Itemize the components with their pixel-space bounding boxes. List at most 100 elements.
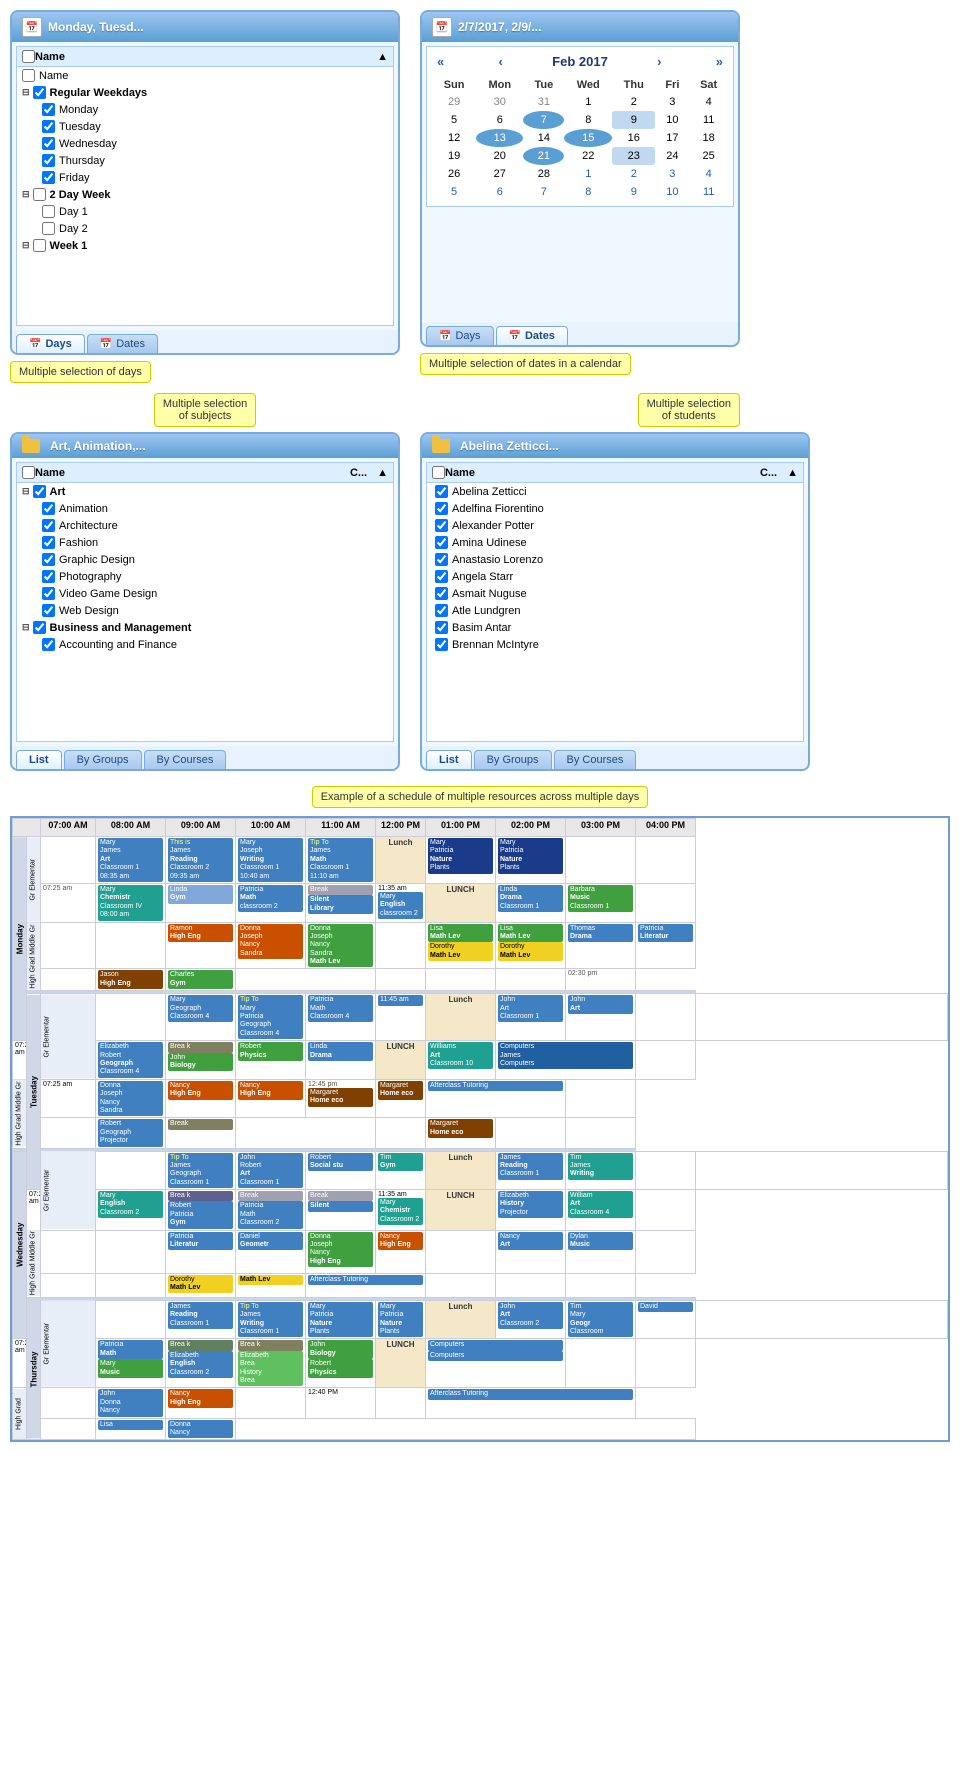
tree-item-2day-week[interactable]: ⊟ 2 Day Week [17, 186, 393, 203]
cal-day[interactable]: 31 [523, 93, 564, 111]
students-scroll-up[interactable]: ▲ [787, 467, 798, 479]
week1-checkbox[interactable] [33, 239, 46, 252]
cal-day-today[interactable]: 23 [612, 147, 655, 165]
cal-day[interactable]: 11 [689, 111, 728, 129]
tree-item-web-design[interactable]: Web Design [17, 602, 393, 619]
weekdays-checkbox[interactable] [33, 86, 46, 99]
cal-day[interactable]: 30 [476, 93, 523, 111]
accounting-checkbox[interactable] [42, 638, 55, 651]
art-checkbox[interactable] [33, 485, 46, 498]
cal-day[interactable]: 29 [432, 93, 476, 111]
days-header-checkbox[interactable] [22, 50, 35, 63]
anastasio-checkbox[interactable] [435, 553, 448, 566]
student-item-asmait[interactable]: Asmait Nuguse [427, 585, 803, 602]
cal-day[interactable]: 4 [689, 93, 728, 111]
tree-item-week1[interactable]: ⊟ Week 1 [17, 237, 393, 254]
basim-checkbox[interactable] [435, 621, 448, 634]
subjects-tree-list[interactable]: Name C... ▲ ⊟ Art Animation [16, 462, 394, 742]
tree-item-tuesday[interactable]: Tuesday [17, 118, 393, 135]
student-item-atle[interactable]: Atle Lundgren [427, 602, 803, 619]
cal-day[interactable]: 24 [655, 147, 689, 165]
tree-item-graphic-design[interactable]: Graphic Design [17, 551, 393, 568]
cal-day[interactable]: 1 [564, 165, 612, 183]
cal-day[interactable]: 5 [432, 183, 476, 201]
students-list[interactable]: Name C... ▲ Abelina Zetticci Adelfina Fi… [426, 462, 804, 742]
cal-day[interactable]: 3 [655, 93, 689, 111]
days-scroll-up[interactable]: ▲ [377, 51, 388, 63]
thursday-checkbox[interactable] [42, 154, 55, 167]
fashion-checkbox[interactable] [42, 536, 55, 549]
angela-checkbox[interactable] [435, 570, 448, 583]
video-game-checkbox[interactable] [42, 587, 55, 600]
tree-item-thursday[interactable]: Thursday [17, 152, 393, 169]
friday-checkbox[interactable] [42, 171, 55, 184]
cal-day[interactable]: 10 [655, 183, 689, 201]
cal-day[interactable]: 6 [476, 111, 523, 129]
cal-tab-dates[interactable]: 📅 Dates [496, 326, 568, 345]
amina-checkbox[interactable] [435, 536, 448, 549]
student-item-angela[interactable]: Angela Starr [427, 568, 803, 585]
cal-day[interactable]: 5 [432, 111, 476, 129]
cal-next-btn[interactable]: › [652, 52, 666, 71]
days-tree-list[interactable]: Name ▲ Name ⊟ Regular Weekdays [16, 46, 394, 326]
expand-icon-week1[interactable]: ⊟ [22, 240, 30, 251]
cal-day[interactable]: 1 [564, 93, 612, 111]
cal-prev-prev-btn[interactable]: « [432, 52, 449, 71]
schedule-wrapper[interactable]: 07:00 AM 08:00 AM 09:00 AM 10:00 AM 11:0… [10, 816, 950, 1442]
subjects-tab-by-groups[interactable]: By Groups [64, 750, 142, 769]
students-tab-list[interactable]: List [426, 750, 472, 769]
students-header-checkbox[interactable] [432, 466, 445, 479]
cal-day[interactable]: 18 [689, 129, 728, 147]
name-checkbox[interactable] [22, 69, 35, 82]
cal-day-selected[interactable]: 21 [523, 147, 564, 165]
tree-item-architecture[interactable]: Architecture [17, 517, 393, 534]
tree-item-accounting[interactable]: Accounting and Finance [17, 636, 393, 653]
student-item-brennan[interactable]: Brennan McIntyre [427, 636, 803, 653]
tree-item-monday[interactable]: Monday [17, 101, 393, 118]
student-item-anastasio[interactable]: Anastasio Lorenzo [427, 551, 803, 568]
cal-day[interactable]: 4 [689, 165, 728, 183]
student-item-adelfina[interactable]: Adelfina Fiorentino [427, 500, 803, 517]
cal-day[interactable]: 8 [564, 111, 612, 129]
2day-checkbox[interactable] [33, 188, 46, 201]
cal-day[interactable]: 26 [432, 165, 476, 183]
animation-checkbox[interactable] [42, 502, 55, 515]
cal-day[interactable]: 3 [655, 165, 689, 183]
student-item-alexander[interactable]: Alexander Potter [427, 517, 803, 534]
tree-item-wednesday[interactable]: Wednesday [17, 135, 393, 152]
architecture-checkbox[interactable] [42, 519, 55, 532]
tree-item-animation[interactable]: Animation [17, 500, 393, 517]
student-item-abelina[interactable]: Abelina Zetticci [427, 483, 803, 500]
cal-day-selected[interactable]: 13 [476, 129, 523, 147]
student-item-amina[interactable]: Amina Udinese [427, 534, 803, 551]
cal-day[interactable]: 25 [689, 147, 728, 165]
subjects-scroll-up[interactable]: ▲ [377, 467, 388, 479]
tree-item-fashion[interactable]: Fashion [17, 534, 393, 551]
monday-checkbox[interactable] [42, 103, 55, 116]
atle-checkbox[interactable] [435, 604, 448, 617]
cal-day[interactable]: 2 [612, 165, 655, 183]
subjects-header-checkbox[interactable] [22, 466, 35, 479]
cal-day-selected[interactable]: 7 [523, 111, 564, 129]
cal-tab-days[interactable]: 📅 Days [426, 326, 494, 345]
cal-next-next-btn[interactable]: » [711, 52, 728, 71]
cal-day[interactable]: 11 [689, 183, 728, 201]
cal-day[interactable]: 17 [655, 129, 689, 147]
cal-day[interactable]: 8 [564, 183, 612, 201]
cal-day-selected[interactable]: 15 [564, 129, 612, 147]
cal-day[interactable]: 19 [432, 147, 476, 165]
business-checkbox[interactable] [33, 621, 46, 634]
day1-checkbox[interactable] [42, 205, 55, 218]
cal-day[interactable]: 7 [523, 183, 564, 201]
tree-item-friday[interactable]: Friday [17, 169, 393, 186]
students-tab-by-courses[interactable]: By Courses [554, 750, 637, 769]
web-design-checkbox[interactable] [42, 604, 55, 617]
subjects-tab-by-courses[interactable]: By Courses [144, 750, 227, 769]
day2-checkbox[interactable] [42, 222, 55, 235]
days-tab-dates[interactable]: 📅 Dates [87, 334, 158, 353]
expand-icon-business[interactable]: ⊟ [22, 622, 30, 633]
tree-item-day1[interactable]: Day 1 [17, 203, 393, 220]
adelfina-checkbox[interactable] [435, 502, 448, 515]
tree-item-art[interactable]: ⊟ Art [17, 483, 393, 500]
cal-day-today[interactable]: 9 [612, 111, 655, 129]
